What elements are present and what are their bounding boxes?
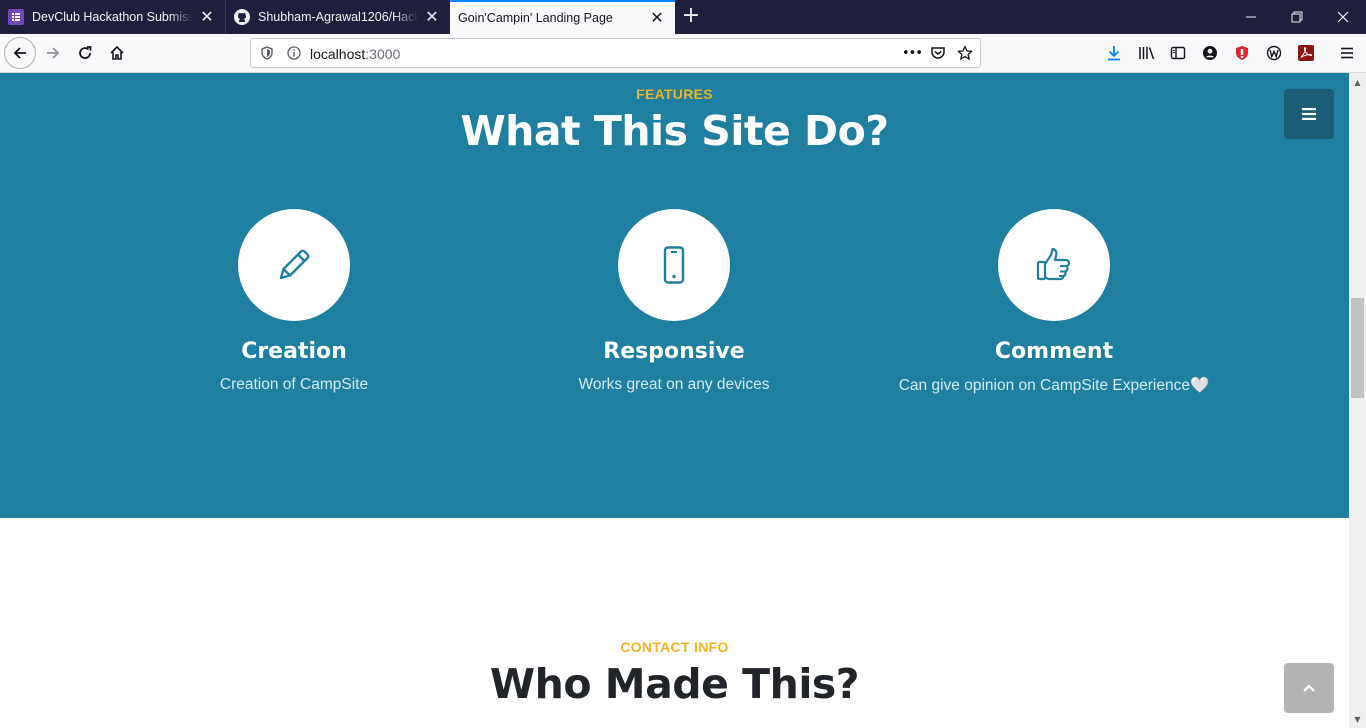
feature-description: Works great on any devices (578, 376, 770, 393)
feature-card-comment: Comment Can give opinion on CampSite Exp… (854, 209, 1254, 395)
feature-title: Responsive (603, 339, 745, 364)
sidebar-icon (1170, 46, 1186, 60)
scrollbar-thumb[interactable] (1351, 298, 1364, 398)
w-logo-icon (1266, 45, 1282, 61)
features-eyebrow: FEATURES (636, 86, 713, 102)
home-icon (110, 45, 124, 60)
url-port: :3000 (365, 46, 401, 62)
close-icon (1337, 11, 1349, 23)
library-icon (1139, 47, 1155, 60)
page-scrollbar[interactable] (1349, 73, 1366, 728)
feature-title: Comment (994, 339, 1114, 364)
close-window-button[interactable] (1320, 0, 1366, 34)
tab-title: Shubham-Agrawal1206/Hackathon (258, 10, 418, 24)
github-icon (234, 9, 250, 25)
feature-icon-circle (998, 209, 1110, 321)
page-actions-icon[interactable]: ••• (902, 45, 923, 61)
chevron-up-icon (1303, 684, 1315, 692)
download-arrow-icon (1108, 46, 1120, 61)
reload-button[interactable] (70, 38, 100, 68)
minimize-window-button[interactable] (1228, 0, 1274, 34)
extension-shield-button[interactable] (1232, 43, 1252, 63)
restore-window-button[interactable] (1274, 0, 1320, 34)
restore-icon (1291, 11, 1303, 23)
pencil-icon (279, 249, 310, 280)
mobile-phone-icon (663, 246, 685, 284)
tab-github-repo[interactable]: Shubham-Agrawal1206/Hackathon ✕ (225, 0, 450, 34)
red-shield-icon (1236, 46, 1248, 60)
form-icon (8, 9, 24, 25)
arrow-left-icon (13, 47, 26, 59)
browser-tab-strip: DevClub Hackathon Submission ✕ Shubham-A… (0, 0, 1366, 34)
scroll-down-arrow-icon[interactable]: ▼ (1349, 711, 1366, 728)
feature-icon-circle (238, 209, 350, 321)
url-host: localhost (310, 46, 366, 62)
scroll-to-top-button[interactable] (1284, 663, 1334, 713)
close-tab-icon[interactable]: ✕ (197, 7, 217, 27)
feature-card-creation: Creation Creation of CampSite (94, 209, 494, 394)
close-tab-icon[interactable]: ✕ (647, 8, 667, 28)
hamburger-icon (1302, 108, 1316, 120)
feature-card-responsive: Responsive Works great on any devices (474, 209, 874, 394)
browser-toolbar: localhost:3000 ••• (0, 34, 1366, 73)
scroll-up-arrow-icon[interactable]: ▲ (1349, 74, 1366, 91)
features-heading: What This Site Do? (460, 107, 889, 155)
tab-devclub-submission[interactable]: DevClub Hackathon Submission ✕ (0, 0, 225, 34)
feature-description: Can give opinion on CampSite Experience🤍 (898, 377, 1210, 394)
downloads-button[interactable] (1104, 43, 1124, 63)
forward-button[interactable] (38, 38, 68, 68)
extension-pdf-button[interactable] (1296, 43, 1316, 63)
sidebar-button[interactable] (1168, 43, 1188, 63)
thumbs-up-icon (1036, 247, 1071, 281)
acrobat-icon (1298, 45, 1314, 61)
hamburger-icon (1341, 47, 1353, 59)
feature-description: Creation of CampSite (219, 376, 369, 393)
url-text[interactable]: localhost:3000 (310, 46, 400, 62)
home-button[interactable] (102, 38, 132, 68)
account-button[interactable] (1200, 43, 1220, 63)
extension-w-button[interactable] (1264, 43, 1284, 63)
library-button[interactable] (1137, 43, 1157, 63)
pocket-icon[interactable] (930, 45, 946, 61)
feature-icon-circle (618, 209, 730, 321)
shield-icon[interactable] (259, 45, 275, 61)
tab-title: DevClub Hackathon Submission (32, 10, 193, 24)
site-menu-button[interactable] (1284, 89, 1334, 139)
tab-title: Goin'Campin' Landing Page (458, 11, 613, 25)
contact-heading: Who Made This? (489, 660, 860, 708)
minimize-icon (1246, 16, 1256, 18)
bookmark-star-icon[interactable] (957, 45, 973, 61)
info-icon[interactable] (286, 45, 302, 61)
close-tab-icon[interactable]: ✕ (422, 7, 442, 27)
app-menu-button[interactable] (1337, 43, 1357, 63)
feature-title: Creation (241, 339, 347, 364)
reload-icon (79, 46, 92, 59)
back-button[interactable] (4, 37, 36, 69)
account-icon (1203, 46, 1217, 60)
page-viewport: FEATURES What This Site Do? Creation Cre… (0, 73, 1349, 728)
contact-eyebrow: CONTACT INFO (620, 639, 729, 655)
tab-landing-page[interactable]: Goin'Campin' Landing Page ✕ (450, 0, 675, 34)
address-bar[interactable]: localhost:3000 ••• (250, 38, 981, 68)
features-section: FEATURES What This Site Do? Creation Cre… (0, 73, 1349, 518)
new-tab-button[interactable]: + (678, 5, 704, 29)
arrow-right-icon (47, 47, 60, 59)
